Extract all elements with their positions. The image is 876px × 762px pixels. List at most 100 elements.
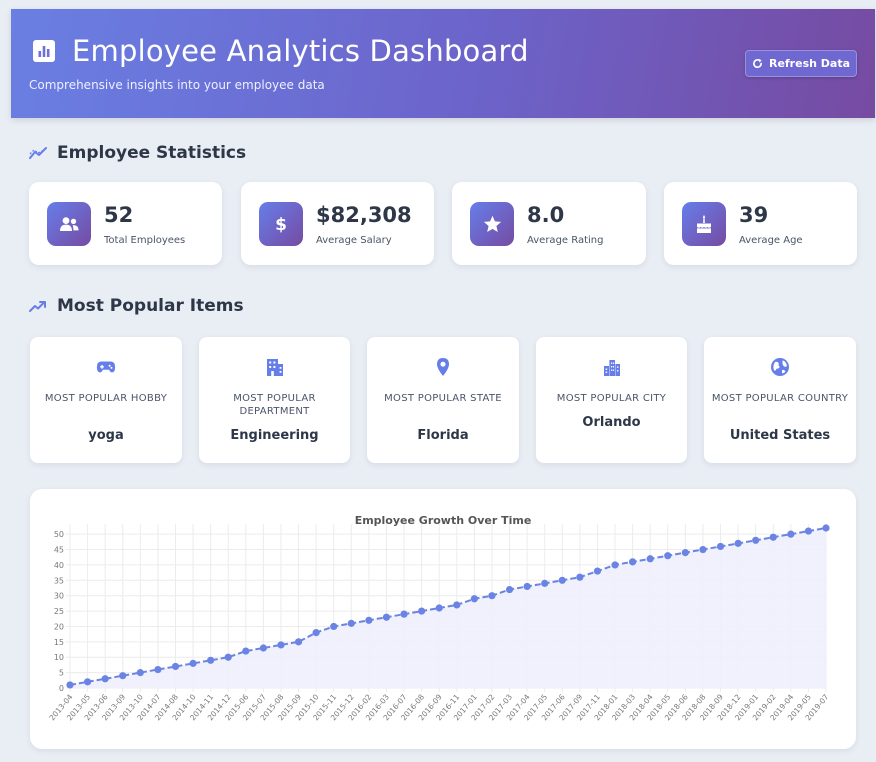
stat-label: Average Salary bbox=[316, 235, 392, 246]
data-point bbox=[593, 567, 602, 575]
data-point bbox=[418, 607, 426, 615]
data-point bbox=[734, 539, 742, 547]
y-tick-label: 25 bbox=[54, 607, 64, 616]
y-tick-label: 5 bbox=[59, 669, 64, 678]
data-point bbox=[224, 653, 232, 661]
stat-card-average-age: 39 Average Age bbox=[664, 182, 857, 265]
chart-bar-icon bbox=[33, 40, 55, 62]
popular-label: Most Popular Department bbox=[233, 393, 316, 417]
y-tick-label: 0 bbox=[59, 684, 64, 693]
data-point bbox=[242, 647, 250, 655]
data-point bbox=[154, 665, 162, 674]
data-point bbox=[400, 610, 408, 618]
popular-card-state: Most Popular State Florida bbox=[367, 337, 519, 463]
data-point bbox=[716, 542, 725, 551]
chart-area-fill bbox=[70, 528, 826, 688]
data-point bbox=[66, 681, 74, 689]
employee-growth-chart: Employee Growth Over Time 0 5 10 15 20 25 30 35… bbox=[47, 514, 830, 722]
data-point bbox=[629, 558, 637, 566]
y-tick-label: 15 bbox=[54, 638, 64, 647]
stat-value: $82,308 bbox=[316, 203, 412, 227]
popular-card-hobby: Most Popular Hobby yoga bbox=[30, 337, 182, 463]
data-point bbox=[259, 644, 267, 652]
dollar-icon: $ bbox=[259, 202, 303, 246]
data-point bbox=[347, 619, 355, 627]
data-point bbox=[207, 656, 215, 664]
data-point bbox=[804, 527, 813, 535]
y-tick-label: 20 bbox=[54, 622, 64, 631]
popular-value: yoga bbox=[88, 428, 124, 443]
popular-label: Most Popular City bbox=[556, 393, 667, 404]
data-point bbox=[822, 524, 830, 532]
trending-up-icon bbox=[29, 301, 46, 312]
popular-card-city: Most Popular City Orlando bbox=[536, 337, 687, 463]
map-marker-icon bbox=[437, 358, 449, 376]
data-point bbox=[505, 585, 514, 594]
data-point bbox=[576, 573, 584, 581]
data-point bbox=[752, 536, 760, 544]
data-point bbox=[681, 549, 689, 557]
chart-line-icon bbox=[29, 147, 47, 159]
employee-growth-chart-card: Employee Growth Over Time 0 5 10 15 20 25 30 35… bbox=[30, 489, 856, 749]
page-subtitle: Comprehensive insights into your employe… bbox=[29, 78, 325, 92]
popular-card-country: Most Popular Country United States bbox=[704, 337, 856, 463]
section-title-most-popular-items: Most Popular Items bbox=[29, 296, 244, 316]
stat-label: Average Rating bbox=[527, 235, 604, 246]
stat-value: 39 bbox=[739, 203, 769, 227]
data-point bbox=[83, 678, 92, 686]
data-point bbox=[101, 675, 109, 683]
section-title-text: Employee Statistics bbox=[57, 143, 247, 163]
gamepad-icon bbox=[96, 361, 116, 373]
data-point bbox=[664, 552, 672, 560]
data-point bbox=[365, 616, 373, 624]
y-tick-label: 40 bbox=[54, 561, 64, 570]
users-icon bbox=[47, 202, 91, 246]
stat-label: Total Employees bbox=[104, 235, 186, 246]
data-point bbox=[453, 601, 461, 609]
city-icon bbox=[603, 360, 620, 376]
chart-x-ticks: 2013-042013-052013-062013-092013-102014-… bbox=[47, 692, 830, 722]
data-point bbox=[312, 629, 320, 637]
chart-title: Employee Growth Over Time bbox=[355, 514, 532, 527]
stat-value: 52 bbox=[104, 203, 134, 227]
popular-label: Most Popular Hobby bbox=[44, 393, 168, 404]
data-point bbox=[189, 659, 197, 667]
star-icon bbox=[470, 202, 514, 246]
dashboard-header: Employee Analytics Dashboard Comprehensi… bbox=[11, 9, 875, 118]
section-title-employee-statistics: Employee Statistics bbox=[29, 143, 246, 163]
y-tick-label: 35 bbox=[54, 576, 64, 585]
data-point bbox=[470, 595, 478, 603]
data-point bbox=[769, 533, 777, 541]
globe-icon bbox=[771, 358, 789, 376]
section-title-text: Most Popular Items bbox=[57, 296, 244, 316]
data-point bbox=[611, 561, 619, 569]
data-point bbox=[646, 555, 654, 563]
refresh-data-label: Refresh Data bbox=[768, 57, 851, 70]
data-point bbox=[277, 641, 285, 649]
stat-label: Average Age bbox=[739, 235, 803, 246]
data-point bbox=[171, 662, 180, 671]
data-point bbox=[787, 530, 795, 538]
data-point bbox=[136, 669, 144, 677]
popular-label: Most Popular State bbox=[384, 393, 502, 404]
data-point bbox=[541, 579, 549, 587]
stat-card-average-salary: $ $82,308 Average Salary bbox=[241, 182, 434, 265]
y-tick-label: 50 bbox=[54, 530, 64, 539]
page-title: Employee Analytics Dashboard bbox=[72, 34, 529, 68]
data-point bbox=[119, 672, 127, 680]
data-point bbox=[382, 613, 391, 621]
y-tick-label: 30 bbox=[54, 592, 64, 601]
popular-label: Most Popular Country bbox=[711, 393, 849, 404]
data-point bbox=[294, 638, 303, 646]
stat-card-total-employees: 52 Total Employees bbox=[29, 182, 222, 265]
refresh-data-button[interactable]: Refresh Data bbox=[745, 50, 857, 77]
data-point bbox=[558, 576, 566, 584]
y-tick-label: 10 bbox=[54, 653, 64, 662]
popular-card-department: Most Popular Department Engineering bbox=[199, 337, 350, 463]
data-point bbox=[435, 604, 443, 612]
popular-value: Florida bbox=[417, 428, 469, 443]
data-point bbox=[330, 622, 338, 631]
svg-text:$: $ bbox=[275, 215, 287, 234]
stat-card-average-rating: 8.0 Average Rating bbox=[452, 182, 646, 265]
building-icon bbox=[266, 359, 283, 376]
